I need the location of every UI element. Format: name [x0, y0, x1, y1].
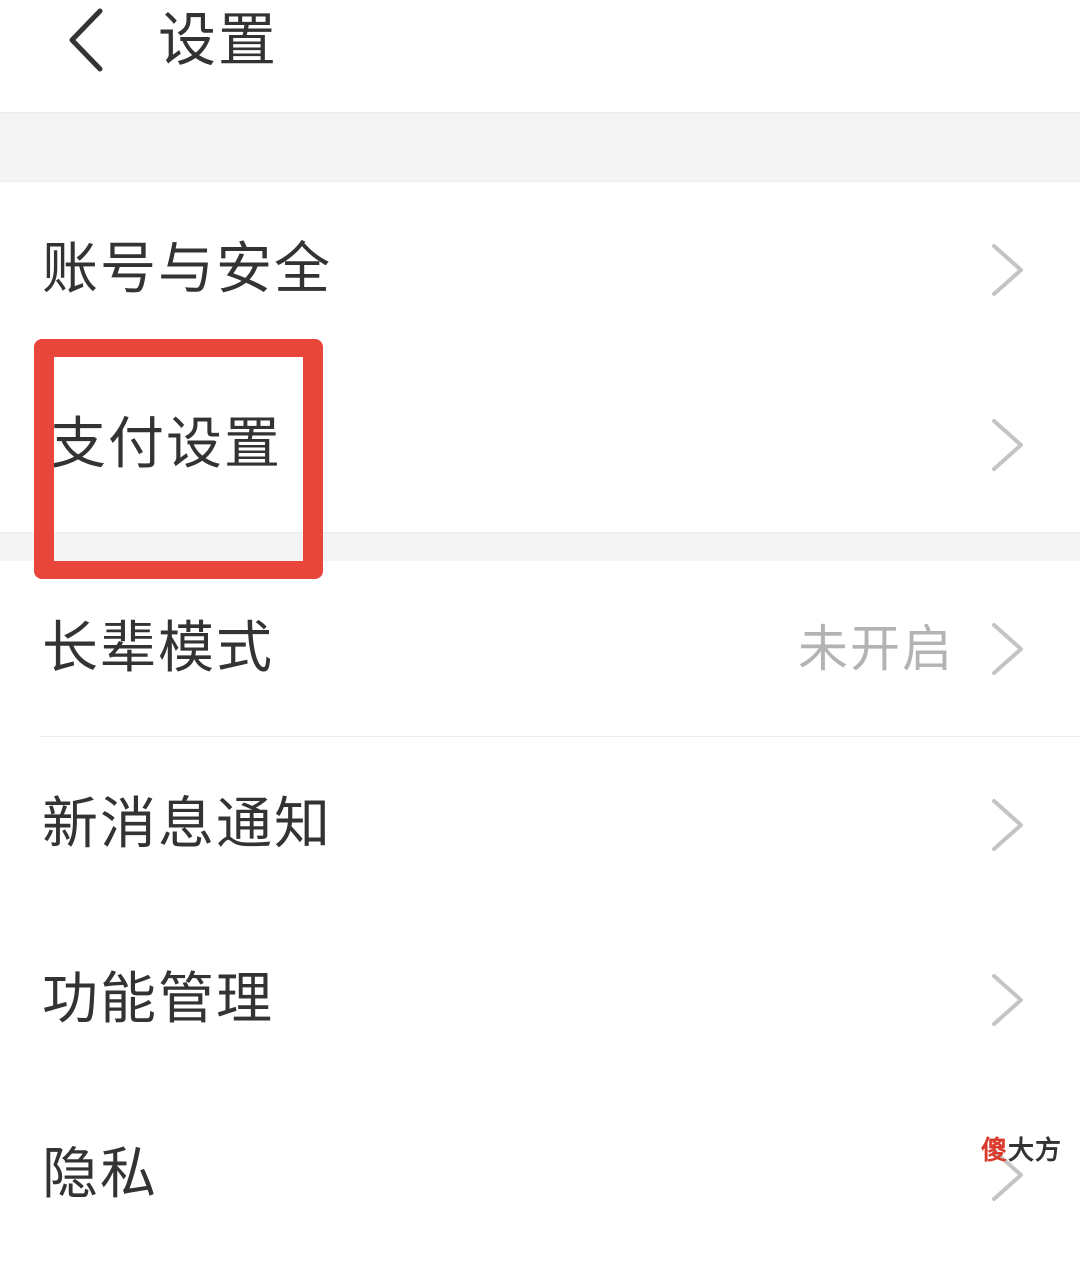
- watermark-accent: 傻: [980, 1136, 1008, 1166]
- section-gap: [0, 532, 1080, 562]
- top-bar: 设置: [0, 0, 1080, 113]
- chevron-right-icon: [992, 623, 1023, 675]
- settings-item-account-security[interactable]: 账号与安全: [0, 182, 1080, 358]
- settings-item-payment[interactable]: 支付设置: [0, 357, 1080, 533]
- settings-item-notifications[interactable]: 新消息通知: [0, 737, 1080, 913]
- watermark-text: 大方: [1007, 1136, 1062, 1166]
- chevron-right-icon: [992, 419, 1023, 471]
- watermark: 傻大方: [981, 1130, 1062, 1167]
- section-gap: [0, 113, 1080, 182]
- settings-item-label: 新消息通知: [42, 792, 332, 857]
- settings-item-label: 账号与安全: [42, 237, 332, 302]
- elder-mode-status: 未开启: [798, 620, 954, 678]
- page-title: 设置: [158, 6, 279, 74]
- back-button[interactable]: [50, 0, 120, 80]
- chevron-right-icon: [992, 799, 1023, 851]
- settings-item-label: 长辈模式: [42, 616, 274, 681]
- settings-item-feature-management[interactable]: 功能管理: [0, 912, 1080, 1088]
- settings-item-label: 支付设置: [50, 412, 282, 477]
- chevron-right-icon: [992, 244, 1023, 296]
- settings-item-elder-mode[interactable]: 长辈模式 未开启: [0, 561, 1080, 737]
- chevron-right-icon: [992, 974, 1023, 1026]
- settings-item-label: 隐私: [42, 1142, 158, 1207]
- chevron-left-icon: [69, 8, 103, 72]
- settings-item-label: 功能管理: [42, 967, 274, 1032]
- settings-item-privacy[interactable]: 隐私: [0, 1087, 1080, 1263]
